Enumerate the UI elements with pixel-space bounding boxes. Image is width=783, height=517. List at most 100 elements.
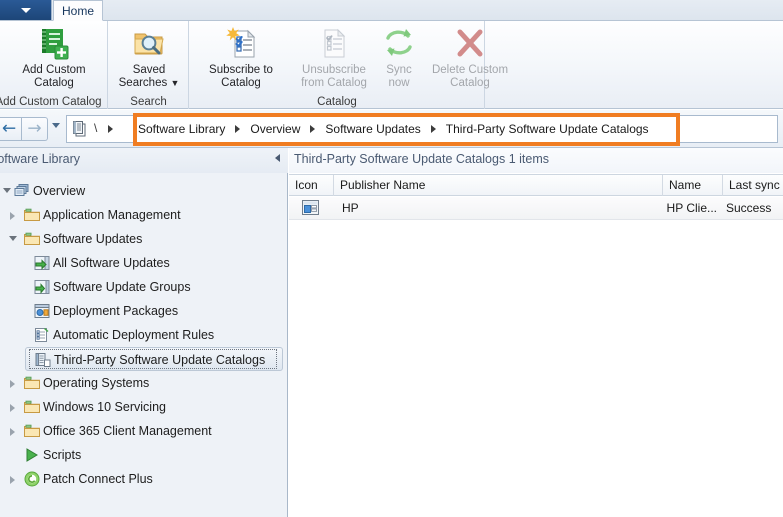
chevron-left-icon[interactable] [275,154,280,162]
navigation-bar: ← → \ Software Library Overview Software… [0,110,783,148]
column-header-last-sync-status[interactable]: Last sync s [723,175,783,196]
breadcrumb-root-separator: \ [94,121,98,135]
configmgr-console-window: Home Add Custom Catalog Add Custom Catal… [0,0,783,517]
ribbon-button-sync-now-label: Sync now [386,64,412,89]
ribbon: Add Custom Catalog Add Custom Catalog Sav… [0,21,783,109]
scripts-icon [24,447,40,463]
expander-icon[interactable] [10,380,15,388]
tree-item-label: Patch Connect Plus [43,472,153,486]
breadcrumb-item-software-library[interactable]: Software Library [137,122,226,136]
ribbon-group-label-catalog: Catalog [317,96,357,108]
tab-home-label: Home [61,4,94,18]
tree-item-scripts[interactable]: Scripts [0,443,288,467]
expander-icon[interactable] [3,188,11,193]
ribbon-group-label-add-custom-catalog: Add Custom Catalog [0,96,102,108]
tree-item-office-365-client-management[interactable]: Office 365 Client Management [0,419,288,443]
ribbon-group-add-custom-catalog: Add Custom Catalog Add Custom Catalog [0,21,108,109]
expander-icon[interactable] [10,212,15,220]
expander-icon[interactable] [10,428,15,436]
unsubscribe-catalog-icon [317,26,351,60]
cell-publisher-name: HP [342,201,359,215]
back-button[interactable]: ← [0,117,22,141]
expander-icon[interactable] [9,236,17,241]
tree-item-software-update-groups[interactable]: Software Update Groups [0,275,288,299]
breadcrumb-item-third-party-software-update-catalogs[interactable]: Third-Party Software Update Catalogs [445,122,650,136]
tree-item-patch-connect-plus[interactable]: Patch Connect Plus [0,467,288,491]
ribbon-button-delete-custom-catalog-label: Delete Custom Catalog [431,64,509,89]
list-pane-header: Third-Party Software Update Catalogs 1 i… [289,148,783,173]
breadcrumb-item-software-updates[interactable]: Software Updates [324,122,421,136]
ribbon-button-unsubscribe-from-catalog-label: Unsubscribe from Catalog [301,64,367,89]
ribbon-button-saved-searches-label: Saved Searches ▼ [118,64,180,89]
tree-item-third-party-software-update-catalogs[interactable]: Third-Party Software Update Catalogs [25,347,283,371]
folder-icon [24,423,40,439]
tree-item-label: Scripts [43,448,82,462]
ribbon-button-unsubscribe-from-catalog[interactable]: Unsubscribe from Catalog [290,24,378,90]
tree-item-label: Deployment Packages [53,304,179,318]
column-header-publisher-name[interactable]: Publisher Name [334,175,663,196]
patch-connect-plus-icon [24,471,40,487]
breadcrumb-chevron-icon[interactable] [108,125,113,133]
list-pane: Third-Party Software Update Catalogs 1 i… [289,148,783,517]
tree-item-label: Software Updates [43,232,143,246]
tree-item-label: Overview [33,184,86,198]
delete-catalog-icon [453,26,487,60]
cell-last-sync-status: Success [726,201,772,215]
ribbon-button-add-custom-catalog[interactable]: Add Custom Catalog [4,24,104,90]
expander-icon[interactable] [10,476,15,484]
tree-item-label: Operating Systems [43,376,150,390]
tree-item-label: Windows 10 Servicing [43,400,166,414]
tree-item-label: Automatic Deployment Rules [53,328,215,342]
tree-item-label: Office 365 Client Management [43,424,212,438]
column-header-icon[interactable]: Icon [289,175,334,196]
tree-item-software-updates[interactable]: Software Updates [0,227,288,251]
tree-item-windows-10-servicing[interactable]: Windows 10 Servicing [0,395,288,419]
site-icon [72,120,88,138]
ribbon-group-label-search: Search [130,96,167,108]
tree-item-label: Software Update Groups [53,280,191,294]
ribbon-group-catalog: Subscribe to Catalog Unsubscribe from Ca… [190,21,508,109]
ribbon-button-sync-now[interactable]: Sync now [378,24,420,90]
tree-item-automatic-deployment-rules[interactable]: Automatic Deployment Rules [0,323,288,347]
tree-item-application-management[interactable]: Application Management [0,203,288,227]
update-group-icon [34,279,50,295]
ribbon-button-subscribe-to-catalog-label: Subscribe to Catalog [209,64,273,89]
breadcrumb-item-overview[interactable]: Overview [249,122,301,136]
sync-icon [382,26,416,60]
expander-icon[interactable] [10,404,15,412]
ribbon-tab-strip: Home [0,0,783,21]
ribbon-group-search: Saved Searches ▼ Search [109,21,189,109]
ribbon-button-saved-searches[interactable]: Saved Searches ▼ [112,24,186,90]
history-dropdown-icon[interactable] [52,123,60,128]
table-row[interactable]: HP HP Clie... Success [289,197,783,220]
column-header-name[interactable]: Name [663,175,723,196]
forward-button[interactable]: → [22,117,48,141]
ribbon-button-delete-custom-catalog[interactable]: Delete Custom Catalog [420,24,520,90]
folder-icon [24,375,40,391]
chevron-right-icon [310,125,316,133]
catalog-row-icon [302,200,319,215]
ribbon-button-add-custom-catalog-label: Add Custom Catalog [22,64,86,89]
tab-home[interactable]: Home [53,0,103,21]
saved-searches-icon [132,26,166,60]
list-pane-title-text: Third-Party Software Update Catalogs [294,152,506,166]
application-menu-button[interactable] [0,0,52,20]
tree-item-deployment-packages[interactable]: Deployment Packages [0,299,288,323]
grid-header-row: Icon Publisher Name Name Last sync s [289,174,783,196]
tree-item-all-software-updates[interactable]: All Software Updates [0,251,288,275]
ribbon-button-subscribe-to-catalog[interactable]: Subscribe to Catalog [193,24,289,90]
package-icon [34,303,50,319]
breadcrumb[interactable]: \ Software Library Overview Software Upd… [66,115,778,143]
navigation-pane: Software Library Overview [0,148,288,517]
folder-icon [24,207,40,223]
rules-icon [34,327,50,343]
add-catalog-icon [37,26,71,60]
breadcrumb-items: Software Library Overview Software Updat… [137,116,650,142]
chevron-down-icon [21,8,31,13]
updates-icon [34,255,50,271]
list-item-count: 1 items [508,152,549,166]
folder-icon [24,399,40,415]
tree-item-operating-systems[interactable]: Operating Systems [0,371,288,395]
list-pane-title: Third-Party Software Update Catalogs 1 i… [294,152,549,166]
tree-item-overview[interactable]: Overview [0,179,288,203]
